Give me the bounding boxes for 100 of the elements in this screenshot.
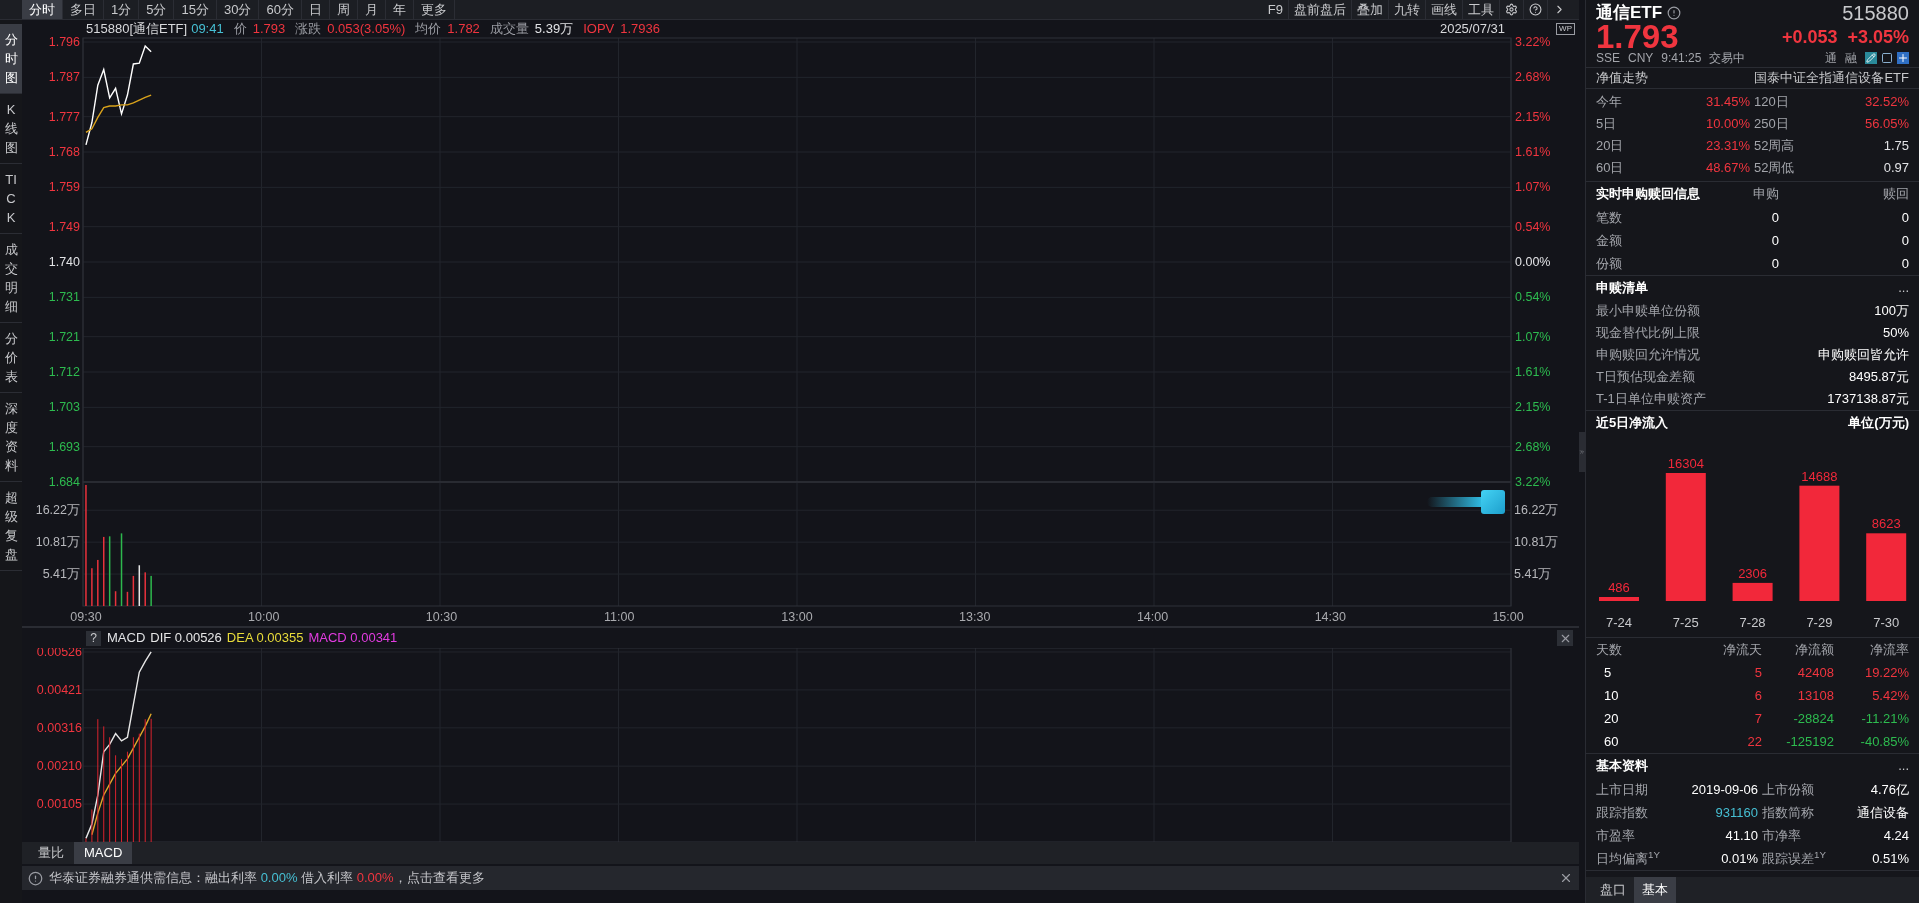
timeframe-tab[interactable]: 更多 xyxy=(413,0,455,19)
column-header: 天数 xyxy=(1596,640,1623,659)
bar-value-label: 2306 xyxy=(1738,565,1768,581)
time-axis-label: 10:00 xyxy=(248,610,280,624)
timeframe-tab[interactable]: 5分 xyxy=(139,0,175,19)
timeframe-tab[interactable]: 月 xyxy=(357,0,386,19)
axis-label: 0.54% xyxy=(1515,290,1551,305)
floating-cube-icon[interactable] xyxy=(1427,489,1505,515)
axis-label: 7-24 xyxy=(1606,615,1632,630)
timeframe-tab[interactable]: 多日 xyxy=(63,0,104,19)
wp-label[interactable]: WP xyxy=(1556,23,1575,35)
section-title: 净值走势 xyxy=(1596,69,1648,88)
info-value: 4.76亿 xyxy=(1869,781,1909,799)
side-tab[interactable]: 分时图 xyxy=(0,24,22,94)
price-change-percent: +3.05% xyxy=(1847,25,1909,49)
toolbar-button[interactable]: 画线 xyxy=(1426,0,1463,19)
plus-icon[interactable] xyxy=(1897,52,1909,64)
timeframe-tab[interactable]: 15分 xyxy=(174,0,217,19)
close-button[interactable] xyxy=(1557,630,1573,646)
more-button[interactable]: ... xyxy=(1898,278,1909,298)
quote-field-value: 5.39万 xyxy=(534,20,574,39)
axis-label: 1.740 xyxy=(48,255,80,269)
average-line xyxy=(85,94,152,134)
stat-value: 10.00% xyxy=(1704,115,1750,133)
margin-label: 通 xyxy=(1825,50,1837,67)
panel-tab[interactable]: 盘口 xyxy=(1592,877,1634,903)
indicator-tab[interactable]: MACD xyxy=(74,842,133,864)
row-value: 申购赎回皆允许 xyxy=(1818,346,1909,365)
timeframe-tab[interactable]: 1分 xyxy=(104,0,140,19)
gear-icon xyxy=(1505,3,1518,16)
row-value: 8495.87元 xyxy=(1849,368,1909,387)
axis-label: 2.68% xyxy=(1515,70,1551,85)
collapse-handle[interactable] xyxy=(1579,431,1585,472)
margin-label: 融 xyxy=(1845,50,1857,67)
stat-value: 23.31% xyxy=(1704,137,1750,155)
stat-label: 20日 xyxy=(1596,137,1625,155)
axis-label: 3.22% xyxy=(1515,35,1551,49)
toolbar-button[interactable]: 工具 xyxy=(1463,0,1500,19)
stat-label: 52周高 xyxy=(1753,137,1796,155)
chart-date: 2025/07/31 xyxy=(1439,20,1505,39)
indicator-title: MACD xyxy=(107,629,146,648)
help-icon xyxy=(1529,3,1542,16)
info-label: 日均偏离$^{1Y}$ xyxy=(1596,848,1661,868)
fund-name: 国泰中证全指通信设备ETF xyxy=(1754,69,1909,88)
quote-field-value: 0.053(3.05%) xyxy=(327,20,406,39)
row-label: 份额 xyxy=(1596,255,1623,273)
stat-label: 250日 xyxy=(1753,115,1790,133)
row-value: 100万 xyxy=(1874,302,1909,321)
help-button[interactable]: ? xyxy=(86,630,101,646)
axis-label: 10.81万 xyxy=(35,535,80,550)
stat-label: 52周低 xyxy=(1753,159,1796,177)
table-cell-text: 7 xyxy=(1753,710,1762,728)
time-axis-label: 11:00 xyxy=(604,610,635,624)
inflow-bar xyxy=(1732,582,1773,601)
timeframe-tab[interactable]: 日 xyxy=(301,0,330,19)
more-button[interactable]: ... xyxy=(1898,756,1909,776)
toolbar-button[interactable]: 九转 xyxy=(1389,0,1426,19)
toolbar-button[interactable]: 盘前盘后 xyxy=(1289,0,1352,19)
table-cell-text: -40.85% xyxy=(1859,733,1909,751)
section-title: 基本资料 xyxy=(1596,757,1648,776)
stat-label: 5日 xyxy=(1596,115,1618,133)
close-button[interactable] xyxy=(1559,871,1573,885)
square-icon[interactable] xyxy=(1881,52,1893,64)
axis-label: 1.777 xyxy=(48,109,80,124)
axis-label: 1.61% xyxy=(1515,365,1551,379)
timeframe-tab[interactable]: 年 xyxy=(385,0,414,19)
last-price: 1.793 xyxy=(1596,22,1679,52)
timeframe-tab[interactable]: 60分 xyxy=(259,0,302,19)
table-cell-text: 5.42% xyxy=(1871,687,1909,705)
axis-label: 1.712 xyxy=(48,365,80,379)
info-label: 市盈率 xyxy=(1596,827,1636,845)
timeframe-tab[interactable]: 30分 xyxy=(216,0,260,19)
index-code-link[interactable]: 931160 xyxy=(1668,801,1758,824)
time-axis-label: 09:30 xyxy=(70,610,102,624)
timeframe-tab[interactable]: 周 xyxy=(329,0,358,19)
table-cell-text: 60 xyxy=(1603,733,1620,751)
notice-text[interactable]: 华泰证券融券通供需信息：融出利率 0.00% 借入利率 0.00%，点击查看更多 xyxy=(49,868,485,888)
axis-label: 0.00210 xyxy=(36,759,82,774)
timeframe-tab[interactable]: 分时 xyxy=(22,0,63,19)
bar-value-label: 16304 xyxy=(1667,456,1704,471)
axis-label: 7-28 xyxy=(1739,615,1766,630)
info-icon[interactable] xyxy=(1667,6,1682,20)
table-cell-text: 0 xyxy=(1900,209,1909,227)
toolbar-button[interactable]: F9 xyxy=(1262,0,1289,19)
indicator-tab[interactable]: 量比 xyxy=(28,842,74,864)
toolbar-button[interactable]: 叠加 xyxy=(1352,0,1389,19)
axis-label: 0.00105 xyxy=(36,797,82,812)
volume-bar xyxy=(132,575,135,606)
axis-label: 2.15% xyxy=(1515,109,1551,124)
indicator-value: MACD 0.00341 xyxy=(308,629,398,648)
row-label: T日预估现金差额 xyxy=(1596,368,1695,387)
table-cell-text: 0 xyxy=(1900,255,1909,273)
info-value: 41.10 xyxy=(1724,827,1758,845)
info-value: 通信设备 xyxy=(1856,804,1909,822)
volume-bar xyxy=(108,536,111,606)
axis-label: 3.22% xyxy=(1515,475,1551,489)
volume-bar xyxy=(114,591,117,606)
indicator-value: DEA 0.00355 xyxy=(226,629,304,648)
panel-tab[interactable]: 基本 xyxy=(1634,877,1676,903)
trading-status: 交易中 xyxy=(1709,50,1746,67)
